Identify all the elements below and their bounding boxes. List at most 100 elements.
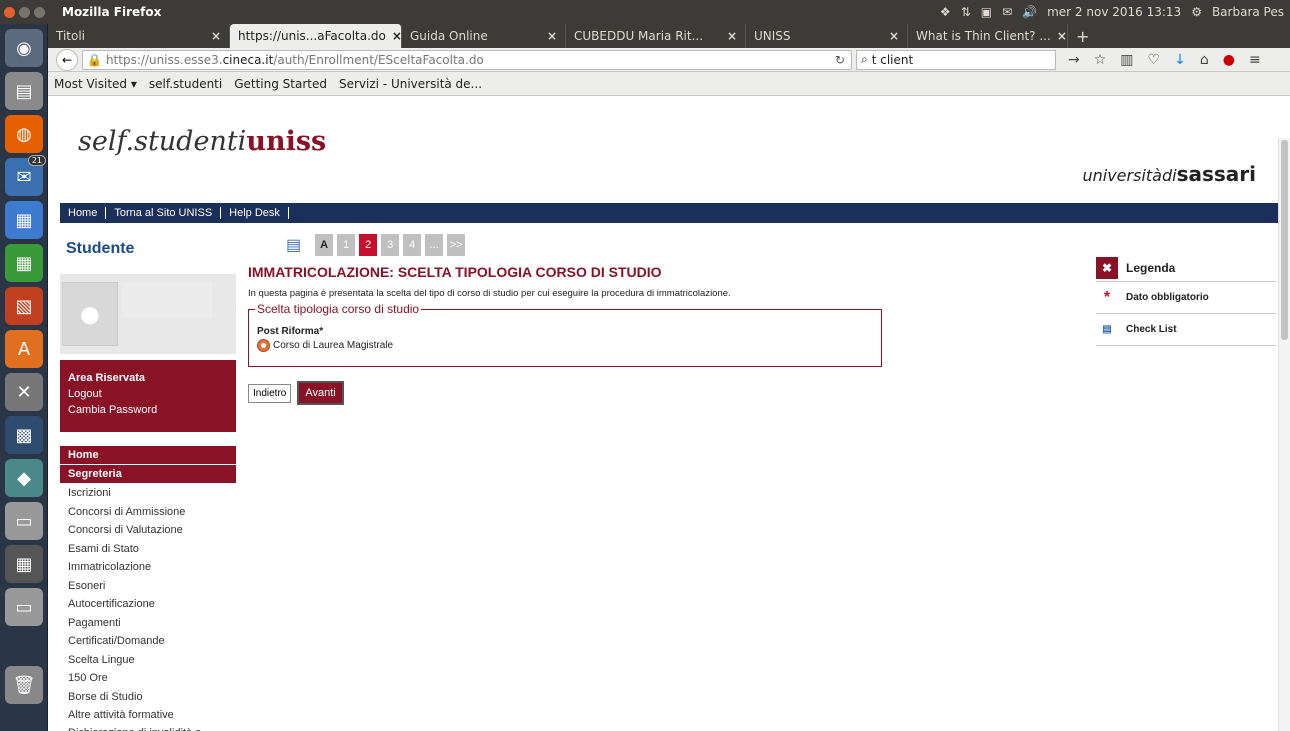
download-icon[interactable]: ↓ bbox=[1174, 52, 1186, 68]
scrollbar-thumb[interactable] bbox=[1281, 140, 1288, 340]
gear-icon[interactable]: ⚙ bbox=[1191, 5, 1202, 19]
scrollbar[interactable] bbox=[1278, 138, 1290, 731]
dash-icon[interactable]: ◉ bbox=[5, 29, 43, 67]
menu-item[interactable]: Iscrizioni bbox=[68, 484, 236, 503]
calc-icon[interactable]: ▦ bbox=[5, 244, 43, 282]
nav-sito-uniss[interactable]: Torna al Sito UNISS bbox=[106, 207, 222, 219]
url-bar[interactable]: 🔒 https://uniss.esse3. cineca.it/auth/Enr… bbox=[82, 49, 852, 70]
tab-thin-client[interactable]: What is Thin Client? ... × bbox=[908, 24, 1068, 48]
tab-titoli[interactable]: Titoli × bbox=[48, 24, 230, 48]
menu-icon[interactable]: ≡ bbox=[1249, 52, 1261, 68]
menu-item[interactable]: Pagamenti bbox=[68, 614, 236, 633]
home-icon[interactable]: ⌂ bbox=[1200, 52, 1209, 68]
step-2[interactable]: 2 bbox=[359, 234, 378, 256]
fieldset-legend: Scelta tipologia corso di studio bbox=[255, 302, 422, 316]
close-tab-icon[interactable]: × bbox=[721, 29, 737, 43]
search-icon: ⌕ bbox=[861, 52, 868, 66]
files-icon[interactable]: ▤ bbox=[5, 72, 43, 110]
checklist-icon[interactable]: ▤ bbox=[286, 235, 301, 255]
close-tab-icon[interactable]: × bbox=[1051, 29, 1067, 43]
menu-item[interactable]: Scelta Lingue bbox=[68, 651, 236, 670]
course-type-fieldset: Scelta tipologia corso di studio Post Ri… bbox=[248, 302, 882, 367]
menu-item[interactable]: Esoneri bbox=[68, 577, 236, 596]
menu-item[interactable]: Altre attività formative bbox=[68, 706, 236, 725]
close-tab-icon[interactable]: × bbox=[883, 29, 899, 43]
bookmark-most-visited[interactable]: Most Visited ▾ bbox=[54, 77, 137, 91]
close-tab-icon[interactable]: × bbox=[386, 29, 401, 43]
drive-icon[interactable]: ▭ bbox=[5, 502, 43, 540]
clock[interactable]: mer 2 nov 2016 13:13 bbox=[1047, 5, 1181, 19]
page-description: In questa pagina è presentata la scelta … bbox=[248, 288, 731, 299]
menu-item[interactable]: Immatricolazione bbox=[68, 558, 236, 577]
workspace-icon[interactable]: ▦ bbox=[5, 545, 43, 583]
bookmark-servizi[interactable]: Servizi - Università de... bbox=[339, 77, 482, 91]
writer-icon[interactable]: ▦ bbox=[5, 201, 43, 239]
launcher: ◉ ▤ ◍ ✉ 21 ▦ ▦ ▧ A ✕ ▩ ◆ ▭ ▦ ▭ 🗑 bbox=[0, 24, 48, 731]
tab-active[interactable]: https://unis...aFacolta.do × bbox=[230, 24, 402, 48]
sidebar: Studente ● Area Riservata Logout Cambia … bbox=[60, 224, 236, 731]
close-tab-icon[interactable]: × bbox=[541, 29, 557, 43]
trash-icon[interactable]: 🗑 bbox=[5, 666, 43, 704]
impress-icon[interactable]: ▧ bbox=[5, 287, 43, 325]
menu-home[interactable]: Home bbox=[60, 446, 236, 464]
nav-help-desk[interactable]: Help Desk bbox=[221, 207, 289, 219]
asterisk-icon: * bbox=[1103, 288, 1111, 306]
step-1[interactable]: 1 bbox=[337, 234, 356, 256]
step-4[interactable]: 4 bbox=[403, 234, 422, 256]
bookmark-getting-started[interactable]: Getting Started bbox=[234, 77, 327, 91]
menu-segreteria[interactable]: Segreteria bbox=[60, 465, 236, 483]
menu-item[interactable]: Concorsi di Ammissione bbox=[68, 503, 236, 522]
step-a[interactable]: A bbox=[315, 234, 334, 256]
dropbox-icon[interactable]: ❖ bbox=[940, 5, 951, 19]
back-button[interactable]: Indietro bbox=[248, 383, 292, 403]
tab-cubeddu[interactable]: CUBEDDU Maria Rit... × bbox=[566, 24, 746, 48]
tab-uniss[interactable]: UNISS × bbox=[746, 24, 908, 48]
software-center-icon[interactable]: A bbox=[5, 330, 43, 368]
new-tab-button[interactable]: + bbox=[1068, 24, 1097, 48]
minimize-button[interactable] bbox=[19, 6, 30, 18]
library-icon[interactable]: ▥ bbox=[1120, 52, 1133, 68]
maximize-button[interactable] bbox=[34, 6, 45, 18]
logout-link[interactable]: Logout bbox=[68, 386, 228, 402]
menu-item[interactable]: Borse di Studio bbox=[68, 688, 236, 707]
reload-icon[interactable]: ↻ bbox=[829, 53, 851, 67]
nav-home[interactable]: Home bbox=[60, 207, 107, 219]
thunderbird-icon[interactable]: ✉ 21 bbox=[5, 155, 46, 196]
mail-icon[interactable]: ✉ bbox=[1002, 5, 1012, 19]
tab-guida[interactable]: Guida Online × bbox=[402, 24, 566, 48]
go-icon[interactable]: → bbox=[1068, 52, 1080, 68]
back-icon[interactable]: ← bbox=[56, 48, 78, 71]
search-input[interactable]: ⌕ t client bbox=[856, 49, 1056, 70]
os-top-panel: Mozilla Firefox ❖ ⇅ ▣ ✉ 🔊 mer 2 nov 2016… bbox=[0, 0, 1290, 24]
pocket-icon[interactable]: ♡ bbox=[1148, 52, 1161, 68]
step-3[interactable]: 3 bbox=[381, 234, 400, 256]
settings-icon[interactable]: ✕ bbox=[5, 373, 43, 411]
close-window-button[interactable] bbox=[4, 6, 15, 18]
next-button[interactable]: Avanti bbox=[297, 381, 344, 405]
menu-item[interactable]: Autocertificazione bbox=[68, 595, 236, 614]
step-6[interactable]: >> bbox=[447, 234, 466, 256]
network-icon[interactable]: ⇅ bbox=[961, 5, 971, 19]
menu-item[interactable]: Certificati/Domande bbox=[68, 632, 236, 651]
menu-item[interactable]: Esami di Stato bbox=[68, 540, 236, 559]
volume-icon[interactable]: 🔊 bbox=[1022, 5, 1037, 19]
star-icon[interactable]: ☆ bbox=[1094, 52, 1107, 68]
user-name[interactable]: Barbara Pes bbox=[1212, 5, 1284, 19]
bookmark-self-studenti[interactable]: self.studenti bbox=[149, 77, 222, 91]
pdf-shuffler-icon[interactable]: ◆ bbox=[5, 459, 43, 497]
menu-item[interactable]: Dichiarazione di invalidità o disturbi s… bbox=[68, 725, 236, 731]
adblock-icon[interactable]: ● bbox=[1223, 52, 1235, 68]
profile-box: ● bbox=[60, 274, 236, 354]
menu-item[interactable]: Concorsi di Valutazione bbox=[68, 521, 236, 540]
keyboard-icon[interactable]: ▣ bbox=[981, 5, 992, 19]
close-tab-icon[interactable]: × bbox=[205, 29, 221, 43]
radio-button[interactable] bbox=[257, 339, 270, 352]
drive2-icon[interactable]: ▭ bbox=[5, 588, 43, 626]
menu-item[interactable]: 150 Ore bbox=[68, 669, 236, 688]
step-5[interactable]: ... bbox=[425, 234, 444, 256]
site-logo[interactable]: self.studentiuniss bbox=[78, 126, 326, 157]
change-password-link[interactable]: Cambia Password bbox=[68, 402, 228, 418]
monitor-icon[interactable]: ▩ bbox=[5, 416, 43, 454]
option-laurea-magistrale[interactable]: Corso di Laurea Magistrale bbox=[257, 339, 873, 352]
firefox-icon[interactable]: ◍ bbox=[5, 115, 43, 153]
